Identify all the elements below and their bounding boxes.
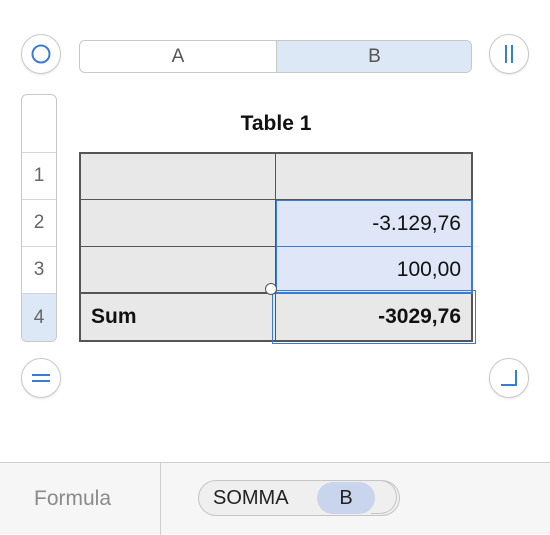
- cell-a1[interactable]: [79, 152, 276, 200]
- cell-a4[interactable]: Sum: [79, 294, 276, 342]
- row-header-3[interactable]: 3: [22, 246, 56, 293]
- cell-b1[interactable]: [276, 152, 473, 200]
- formula-editor[interactable]: SOMMA B: [198, 480, 400, 516]
- cell-b3[interactable]: 100,00: [276, 247, 473, 294]
- column-header-bar: A B: [79, 40, 472, 73]
- double-line-icon: [32, 374, 50, 382]
- formula-function-token[interactable]: SOMMA: [213, 481, 289, 515]
- column-header-b[interactable]: B: [277, 41, 471, 72]
- table-grid: -3.129,76 100,00 Sum -3029,76: [79, 152, 476, 344]
- formula-divider: [160, 463, 161, 535]
- double-bar-icon: [505, 45, 513, 63]
- formula-end-bracket: [371, 480, 397, 514]
- cell-a2[interactable]: [79, 200, 276, 247]
- row-header-1[interactable]: 1: [22, 152, 56, 199]
- circle-icon: [31, 44, 51, 64]
- formula-label: Formula: [34, 487, 112, 510]
- cell-b2[interactable]: -3.129,76: [276, 200, 473, 247]
- row-header-4[interactable]: 4: [22, 293, 56, 341]
- formula-reference-token[interactable]: B: [317, 482, 375, 514]
- formula-bar: Formula SOMMA B: [0, 462, 550, 535]
- add-column-handle[interactable]: [489, 34, 529, 74]
- corner-icon: [501, 370, 517, 386]
- add-row-handle[interactable]: [21, 358, 61, 398]
- resize-table-handle[interactable]: [489, 358, 529, 398]
- range-handle[interactable]: [265, 283, 277, 295]
- column-header-a[interactable]: A: [80, 41, 277, 72]
- select-table-button[interactable]: [21, 34, 61, 74]
- row-header-bar: 1 2 3 4: [21, 94, 57, 342]
- row-header-2[interactable]: 2: [22, 199, 56, 246]
- table-title[interactable]: Table 1: [79, 112, 473, 136]
- cell-a3[interactable]: [79, 247, 276, 294]
- cell-b4[interactable]: -3029,76: [276, 294, 473, 342]
